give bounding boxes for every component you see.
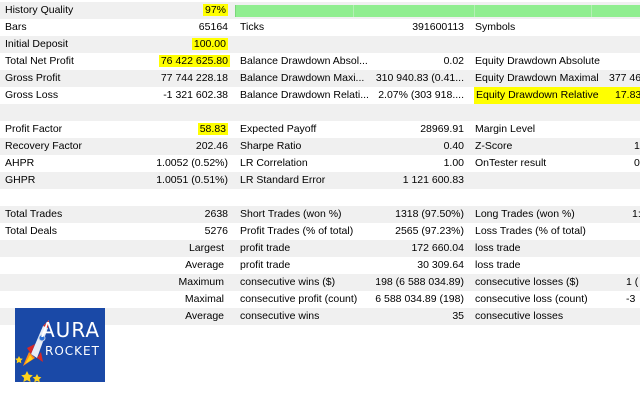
history-quality-bar xyxy=(235,5,640,17)
lr-correlation-value: 1.00 xyxy=(443,157,464,169)
recovery-factor-value: 202.46 xyxy=(195,140,228,152)
average-profit-label: profit trade xyxy=(240,259,291,271)
aura-rocket-logo: AURA ROCKET xyxy=(15,308,105,382)
ontester-result-value: 0 xyxy=(634,157,640,169)
average-consecutive-wins-label: consecutive wins xyxy=(240,310,320,322)
margin-level-label: Margin Level xyxy=(475,123,536,135)
average-profit-value: 30 309.64 xyxy=(417,259,464,271)
row-average: Average profit trade 30 309.64 loss trad… xyxy=(0,257,640,274)
profit-factor-label: Profit Factor xyxy=(5,123,63,135)
row-gross-profit: Gross Profit 77 744 228.18 Balance Drawd… xyxy=(0,70,640,87)
row-maximum: Maximum consecutive wins ($) 198 (6 588 … xyxy=(0,274,640,291)
row-spacer xyxy=(0,104,640,121)
gross-profit-value: 77 744 228.18 xyxy=(160,72,228,84)
history-quality-label: History Quality xyxy=(5,4,74,16)
expected-payoff-value: 28969.91 xyxy=(420,123,464,135)
equity-drawdown-abs-label: Equity Drawdown Absolute xyxy=(475,55,600,67)
profit-trades-value: 2565 (97.23%) xyxy=(395,225,464,237)
row-spacer-2 xyxy=(0,189,640,206)
gross-loss-value: -1 321 602.38 xyxy=(163,89,228,101)
row-bars: Bars 65164 Ticks 391600113 Symbols xyxy=(0,19,640,36)
logo-line1: AURA xyxy=(41,318,101,342)
history-quality-value: 97% xyxy=(202,4,228,16)
balance-drawdown-abs-value: 0.02 xyxy=(443,55,464,67)
average-consecutive-wins-value: 35 xyxy=(452,310,464,322)
sharpe-ratio-label: Sharpe Ratio xyxy=(240,140,302,152)
largest-profit-label: profit trade xyxy=(240,242,291,254)
total-trades-value: 2638 xyxy=(204,208,228,220)
row-total-deals: Total Deals 5276 Profit Trades (% of tot… xyxy=(0,223,640,240)
row-ghpr: GHPR 1.0051 (0.51%) LR Standard Error 1 … xyxy=(0,172,640,189)
profit-trades-label: Profit Trades (% of total) xyxy=(240,225,354,237)
maximal-label: Maximal xyxy=(184,293,224,305)
sharpe-ratio-value: 0.40 xyxy=(443,140,464,152)
average-label: Average xyxy=(185,259,224,271)
row-initial-deposit: Initial Deposit 100.00 xyxy=(0,36,640,53)
ticks-value: 391600113 xyxy=(412,21,464,33)
row-recovery-factor: Recovery Factor 202.46 Sharpe Ratio 0.40… xyxy=(0,138,640,155)
row-largest: Largest profit trade 172 660.04 loss tra… xyxy=(0,240,640,257)
total-deals-value: 5276 xyxy=(204,225,228,237)
average-consecutive-losses-label: consecutive losses xyxy=(475,310,564,322)
lr-correlation-label: LR Correlation xyxy=(240,157,308,169)
z-score-value: 1 xyxy=(634,140,640,152)
expected-payoff-label: Expected Payoff xyxy=(240,123,317,135)
long-trades-value: 1: xyxy=(632,208,640,220)
maximum-label: Maximum xyxy=(178,276,224,288)
largest-loss-label: loss trade xyxy=(475,242,521,254)
average-loss-label: loss trade xyxy=(475,259,521,271)
max-consecutive-losses-label: consecutive losses ($) xyxy=(475,276,579,288)
equity-drawdown-max-value: 377 46 xyxy=(609,72,640,84)
net-profit-value: 76 422 625.80 xyxy=(158,55,230,67)
row-ahpr: AHPR 1.0052 (0.52%) LR Correlation 1.00 … xyxy=(0,155,640,172)
equity-drawdown-rel-value: 17.83% xyxy=(615,89,640,101)
row-total-net-profit: Total Net Profit 76 422 625.80 Balance D… xyxy=(0,53,640,70)
largest-profit-value: 172 660.04 xyxy=(411,242,464,254)
maximal-consecutive-loss-label: consecutive loss (count) xyxy=(475,293,588,305)
logo-line2: ROCKET xyxy=(45,344,100,358)
ahpr-value: 1.0052 (0.52%) xyxy=(156,157,228,169)
maximal-consecutive-loss-value: -3 xyxy=(626,293,636,305)
ghpr-value: 1.0051 (0.51%) xyxy=(156,174,228,186)
profit-factor-value: 58.83 xyxy=(197,123,228,135)
max-consecutive-losses-value: 1 ( xyxy=(626,276,639,288)
row-total-trades: Total Trades 2638 Short Trades (won %) 1… xyxy=(0,206,640,223)
row-gross-loss: Gross Loss -1 321 602.38 Balance Drawdow… xyxy=(0,87,640,104)
row-history-quality: History Quality 97% xyxy=(0,2,640,19)
equity-drawdown-rel-label: Equity Drawdown Relative xyxy=(476,89,599,101)
ontester-result-label: OnTester result xyxy=(475,157,547,169)
ticks-label: Ticks xyxy=(240,21,265,33)
z-score-label: Z-Score xyxy=(475,140,513,152)
maximal-consecutive-profit-value: 6 588 034.89 (198) xyxy=(375,293,464,305)
largest-label: Largest xyxy=(188,242,224,254)
initial-deposit-value: 100.00 xyxy=(191,38,228,50)
row-profit-factor: Profit Factor 58.83 Expected Payoff 2896… xyxy=(0,121,640,138)
long-trades-label: Long Trades (won %) xyxy=(475,208,575,220)
lr-standard-error-label: LR Standard Error xyxy=(240,174,326,186)
lr-standard-error-value: 1 121 600.83 xyxy=(402,174,464,186)
short-trades-value: 1318 (97.50%) xyxy=(395,208,464,220)
balance-drawdown-max-value: 310 940.83 (0.41... xyxy=(375,72,464,84)
equity-drawdown-rel-cell: Equity Drawdown Relative 17.83% xyxy=(474,87,640,104)
balance-drawdown-abs-label: Balance Drawdown Absol... xyxy=(240,55,368,67)
short-trades-label: Short Trades (won %) xyxy=(240,208,342,220)
max-consecutive-wins-value: 198 (6 588 034.89) xyxy=(375,276,464,288)
loss-trades-label: Loss Trades (% of total) xyxy=(475,225,586,237)
balance-drawdown-rel-value: 2.07% (303 918.... xyxy=(378,89,464,101)
equity-drawdown-max-label: Equity Drawdown Maximal xyxy=(475,72,599,84)
symbols-label: Symbols xyxy=(475,21,516,33)
strategy-tester-report: History Quality 97% Bars 65164 Ticks 391… xyxy=(0,0,640,401)
row-maximal: Maximal consecutive profit (count) 6 588… xyxy=(0,291,640,308)
bars-value: 65164 xyxy=(198,21,228,33)
average-consecutive-label: Average xyxy=(185,310,224,322)
